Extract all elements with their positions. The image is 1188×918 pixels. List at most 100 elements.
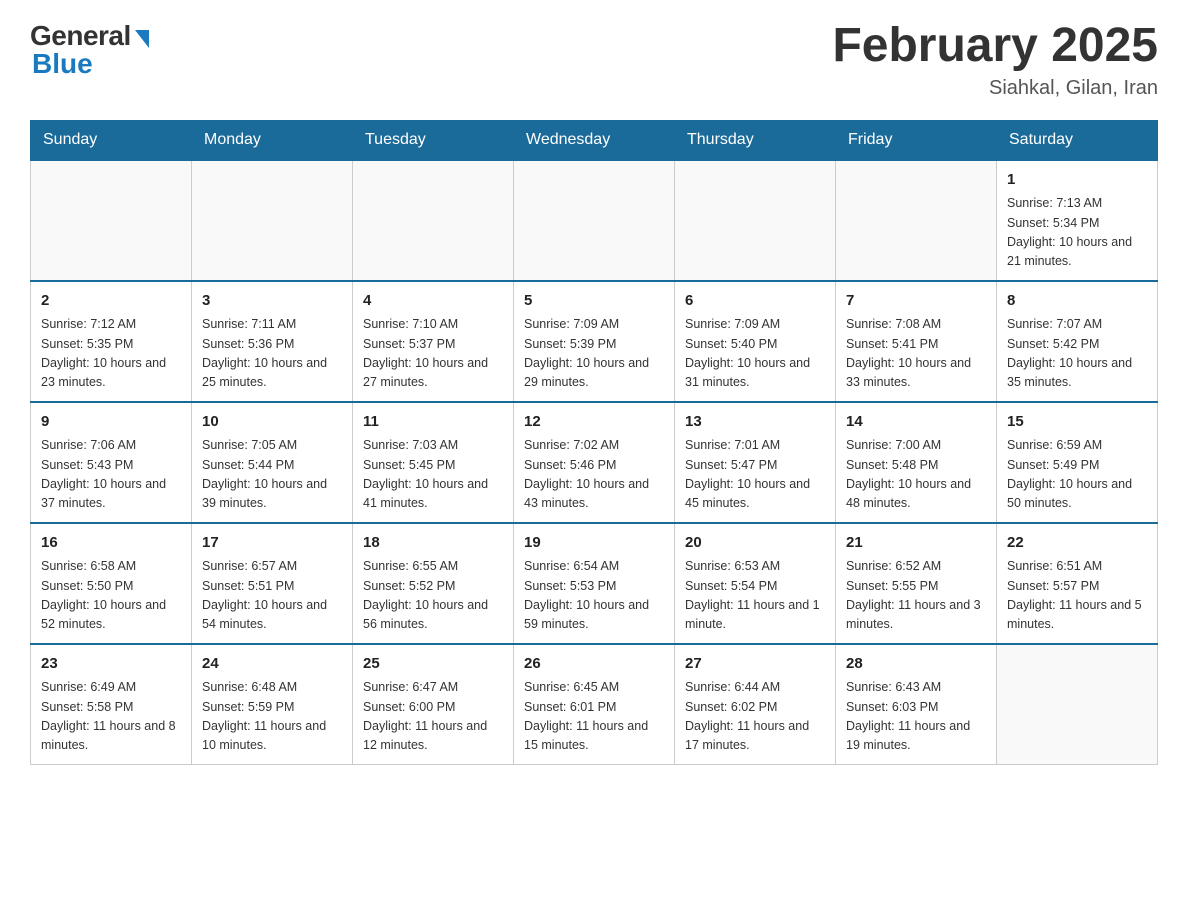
page-header: General Blue February 2025 Siahkal, Gila… <box>30 20 1158 100</box>
logo-arrow-icon <box>135 30 149 48</box>
week-row-5: 23Sunrise: 6:49 AMSunset: 5:58 PMDayligh… <box>31 644 1158 765</box>
calendar-header-row: SundayMondayTuesdayWednesdayThursdayFrid… <box>31 120 1158 160</box>
day-number: 24 <box>202 653 342 676</box>
day-info: Sunrise: 7:07 AMSunset: 5:42 PMDaylight:… <box>1007 315 1147 393</box>
calendar-cell: 8Sunrise: 7:07 AMSunset: 5:42 PMDaylight… <box>997 281 1158 402</box>
calendar-cell <box>31 160 192 281</box>
day-info: Sunrise: 7:13 AMSunset: 5:34 PMDaylight:… <box>1007 194 1147 272</box>
week-row-4: 16Sunrise: 6:58 AMSunset: 5:50 PMDayligh… <box>31 523 1158 644</box>
calendar-cell <box>353 160 514 281</box>
day-info: Sunrise: 6:53 AMSunset: 5:54 PMDaylight:… <box>685 557 825 635</box>
calendar-cell: 1Sunrise: 7:13 AMSunset: 5:34 PMDaylight… <box>997 160 1158 281</box>
day-info: Sunrise: 6:47 AMSunset: 6:00 PMDaylight:… <box>363 678 503 756</box>
day-number: 14 <box>846 411 986 434</box>
calendar-cell: 9Sunrise: 7:06 AMSunset: 5:43 PMDaylight… <box>31 402 192 523</box>
day-info: Sunrise: 6:54 AMSunset: 5:53 PMDaylight:… <box>524 557 664 635</box>
day-number: 3 <box>202 290 342 313</box>
day-info: Sunrise: 7:00 AMSunset: 5:48 PMDaylight:… <box>846 436 986 514</box>
day-number: 27 <box>685 653 825 676</box>
calendar-cell: 19Sunrise: 6:54 AMSunset: 5:53 PMDayligh… <box>514 523 675 644</box>
calendar-cell <box>675 160 836 281</box>
calendar-cell: 26Sunrise: 6:45 AMSunset: 6:01 PMDayligh… <box>514 644 675 765</box>
day-number: 13 <box>685 411 825 434</box>
calendar-cell: 18Sunrise: 6:55 AMSunset: 5:52 PMDayligh… <box>353 523 514 644</box>
calendar-header-monday: Monday <box>192 120 353 160</box>
day-number: 2 <box>41 290 181 313</box>
day-info: Sunrise: 7:11 AMSunset: 5:36 PMDaylight:… <box>202 315 342 393</box>
day-info: Sunrise: 6:52 AMSunset: 5:55 PMDaylight:… <box>846 557 986 635</box>
logo: General Blue <box>30 20 149 80</box>
day-info: Sunrise: 7:08 AMSunset: 5:41 PMDaylight:… <box>846 315 986 393</box>
day-number: 16 <box>41 532 181 555</box>
calendar-cell: 5Sunrise: 7:09 AMSunset: 5:39 PMDaylight… <box>514 281 675 402</box>
calendar-cell: 24Sunrise: 6:48 AMSunset: 5:59 PMDayligh… <box>192 644 353 765</box>
calendar-cell <box>514 160 675 281</box>
day-info: Sunrise: 6:59 AMSunset: 5:49 PMDaylight:… <box>1007 436 1147 514</box>
calendar-cell: 11Sunrise: 7:03 AMSunset: 5:45 PMDayligh… <box>353 402 514 523</box>
calendar-header-friday: Friday <box>836 120 997 160</box>
week-row-3: 9Sunrise: 7:06 AMSunset: 5:43 PMDaylight… <box>31 402 1158 523</box>
day-info: Sunrise: 7:09 AMSunset: 5:40 PMDaylight:… <box>685 315 825 393</box>
calendar-table: SundayMondayTuesdayWednesdayThursdayFrid… <box>30 120 1158 765</box>
calendar-cell: 14Sunrise: 7:00 AMSunset: 5:48 PMDayligh… <box>836 402 997 523</box>
calendar-cell: 28Sunrise: 6:43 AMSunset: 6:03 PMDayligh… <box>836 644 997 765</box>
page-title: February 2025 <box>832 20 1158 73</box>
day-number: 25 <box>363 653 503 676</box>
day-number: 26 <box>524 653 664 676</box>
day-number: 20 <box>685 532 825 555</box>
calendar-cell: 6Sunrise: 7:09 AMSunset: 5:40 PMDaylight… <box>675 281 836 402</box>
calendar-header-thursday: Thursday <box>675 120 836 160</box>
day-number: 5 <box>524 290 664 313</box>
calendar-cell: 4Sunrise: 7:10 AMSunset: 5:37 PMDaylight… <box>353 281 514 402</box>
day-info: Sunrise: 6:57 AMSunset: 5:51 PMDaylight:… <box>202 557 342 635</box>
calendar-cell: 16Sunrise: 6:58 AMSunset: 5:50 PMDayligh… <box>31 523 192 644</box>
day-number: 15 <box>1007 411 1147 434</box>
day-number: 18 <box>363 532 503 555</box>
day-info: Sunrise: 6:43 AMSunset: 6:03 PMDaylight:… <box>846 678 986 756</box>
day-info: Sunrise: 7:10 AMSunset: 5:37 PMDaylight:… <box>363 315 503 393</box>
day-number: 8 <box>1007 290 1147 313</box>
title-area: February 2025 Siahkal, Gilan, Iran <box>832 20 1158 100</box>
week-row-2: 2Sunrise: 7:12 AMSunset: 5:35 PMDaylight… <box>31 281 1158 402</box>
calendar-cell: 2Sunrise: 7:12 AMSunset: 5:35 PMDaylight… <box>31 281 192 402</box>
day-info: Sunrise: 6:51 AMSunset: 5:57 PMDaylight:… <box>1007 557 1147 635</box>
day-info: Sunrise: 7:05 AMSunset: 5:44 PMDaylight:… <box>202 436 342 514</box>
calendar-cell <box>192 160 353 281</box>
day-number: 1 <box>1007 169 1147 192</box>
calendar-header-tuesday: Tuesday <box>353 120 514 160</box>
day-number: 22 <box>1007 532 1147 555</box>
day-info: Sunrise: 7:02 AMSunset: 5:46 PMDaylight:… <box>524 436 664 514</box>
day-info: Sunrise: 7:01 AMSunset: 5:47 PMDaylight:… <box>685 436 825 514</box>
day-info: Sunrise: 6:55 AMSunset: 5:52 PMDaylight:… <box>363 557 503 635</box>
day-number: 9 <box>41 411 181 434</box>
day-number: 28 <box>846 653 986 676</box>
day-info: Sunrise: 6:49 AMSunset: 5:58 PMDaylight:… <box>41 678 181 756</box>
day-info: Sunrise: 7:12 AMSunset: 5:35 PMDaylight:… <box>41 315 181 393</box>
calendar-cell: 13Sunrise: 7:01 AMSunset: 5:47 PMDayligh… <box>675 402 836 523</box>
day-number: 23 <box>41 653 181 676</box>
calendar-header-saturday: Saturday <box>997 120 1158 160</box>
day-number: 12 <box>524 411 664 434</box>
week-row-1: 1Sunrise: 7:13 AMSunset: 5:34 PMDaylight… <box>31 160 1158 281</box>
calendar-cell <box>997 644 1158 765</box>
day-number: 10 <box>202 411 342 434</box>
calendar-cell <box>836 160 997 281</box>
day-info: Sunrise: 7:03 AMSunset: 5:45 PMDaylight:… <box>363 436 503 514</box>
calendar-cell: 25Sunrise: 6:47 AMSunset: 6:00 PMDayligh… <box>353 644 514 765</box>
day-info: Sunrise: 6:48 AMSunset: 5:59 PMDaylight:… <box>202 678 342 756</box>
calendar-cell: 7Sunrise: 7:08 AMSunset: 5:41 PMDaylight… <box>836 281 997 402</box>
day-number: 19 <box>524 532 664 555</box>
day-info: Sunrise: 7:06 AMSunset: 5:43 PMDaylight:… <box>41 436 181 514</box>
page-subtitle: Siahkal, Gilan, Iran <box>832 77 1158 100</box>
calendar-cell: 23Sunrise: 6:49 AMSunset: 5:58 PMDayligh… <box>31 644 192 765</box>
calendar-cell: 10Sunrise: 7:05 AMSunset: 5:44 PMDayligh… <box>192 402 353 523</box>
day-number: 4 <box>363 290 503 313</box>
day-info: Sunrise: 6:44 AMSunset: 6:02 PMDaylight:… <box>685 678 825 756</box>
calendar-cell: 27Sunrise: 6:44 AMSunset: 6:02 PMDayligh… <box>675 644 836 765</box>
calendar-cell: 15Sunrise: 6:59 AMSunset: 5:49 PMDayligh… <box>997 402 1158 523</box>
day-number: 11 <box>363 411 503 434</box>
calendar-header-sunday: Sunday <box>31 120 192 160</box>
day-number: 21 <box>846 532 986 555</box>
calendar-cell: 17Sunrise: 6:57 AMSunset: 5:51 PMDayligh… <box>192 523 353 644</box>
day-info: Sunrise: 6:45 AMSunset: 6:01 PMDaylight:… <box>524 678 664 756</box>
